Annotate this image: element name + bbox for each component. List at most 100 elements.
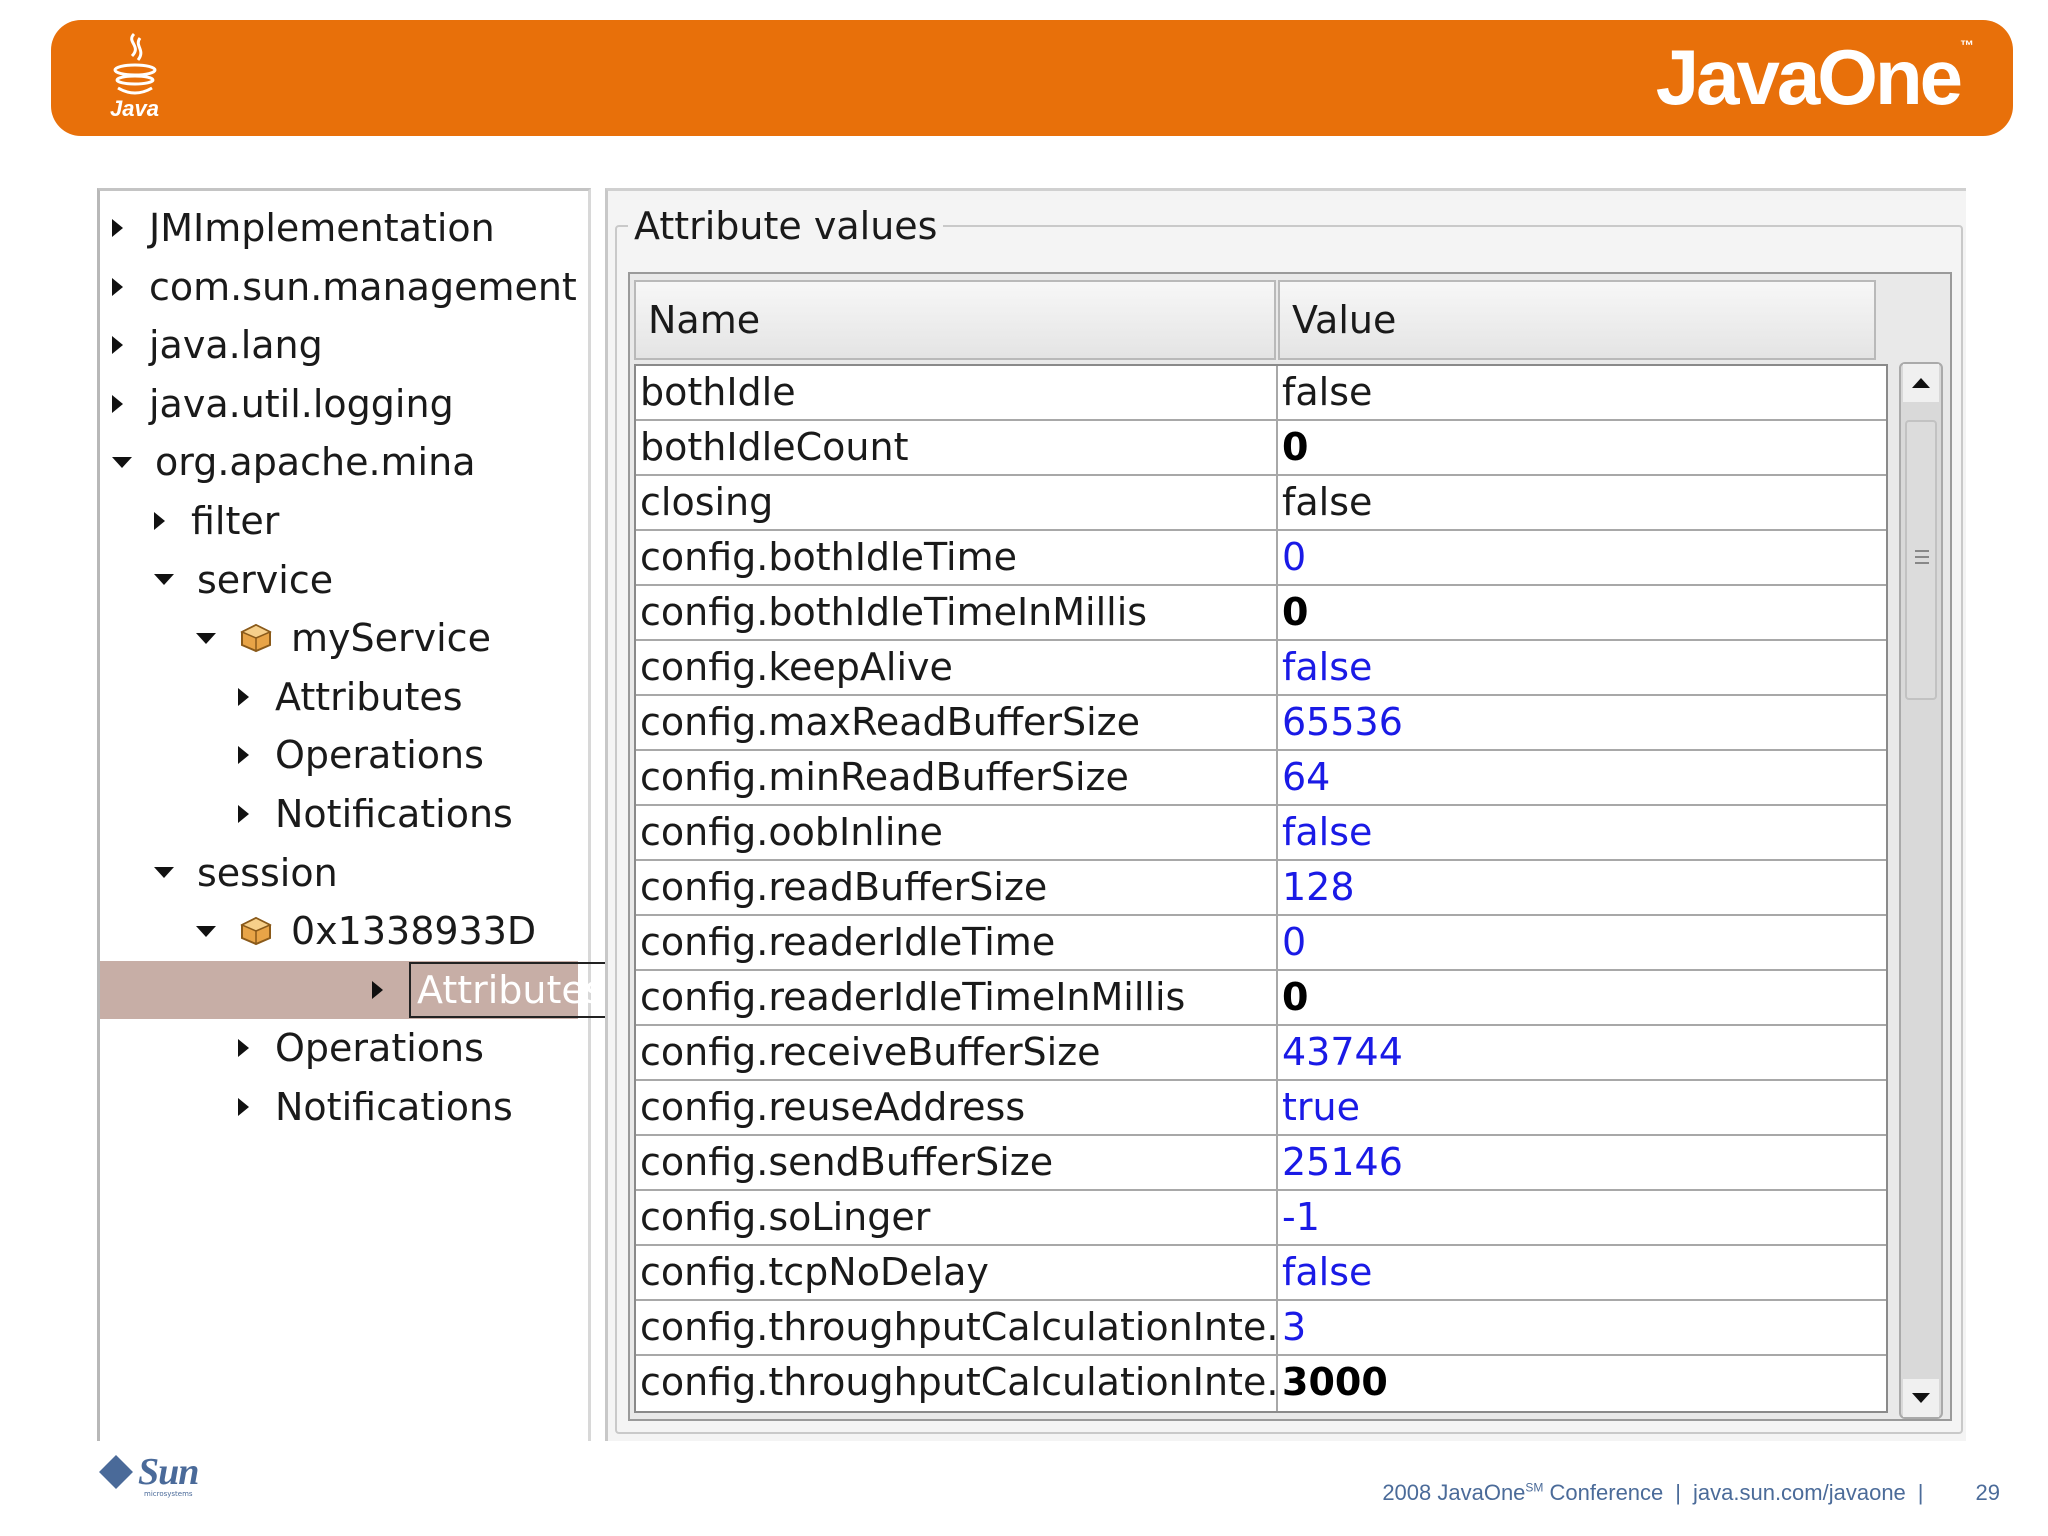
tree-item-label: Operations xyxy=(275,733,484,778)
attribute-name-cell: config.readerIdleTimeInMillis xyxy=(636,971,1278,1024)
attribute-value-cell[interactable]: false xyxy=(1278,1246,1886,1299)
collapsed-arrow-icon[interactable] xyxy=(372,980,383,999)
tree-item[interactable]: Operations xyxy=(238,726,484,784)
collapsed-arrow-icon[interactable] xyxy=(112,277,123,296)
tree-item[interactable]: service xyxy=(154,551,333,609)
attribute-name-cell: config.keepAlive xyxy=(636,641,1278,694)
attribute-name-cell: config.soLinger xyxy=(636,1191,1278,1244)
mbean-icon xyxy=(240,624,272,653)
tree-item-label: Notifications xyxy=(275,792,513,836)
tree-item[interactable]: 0x1338933D xyxy=(196,902,536,960)
scroll-down-button[interactable] xyxy=(1903,1379,1939,1417)
attribute-value-cell[interactable]: false xyxy=(1278,806,1886,859)
tree-item[interactable]: java.util.logging xyxy=(112,375,454,433)
group-title: Attribute values xyxy=(628,204,944,248)
brand-mark: ™ xyxy=(1960,37,1974,53)
collapsed-arrow-icon[interactable] xyxy=(154,512,165,530)
vertical-scrollbar[interactable] xyxy=(1899,362,1943,1419)
attribute-value-cell[interactable]: 43744 xyxy=(1278,1026,1886,1079)
table-row[interactable]: config.readerIdleTime 0 xyxy=(636,916,1886,971)
tree-item-label: Attributes xyxy=(409,961,613,1018)
collapsed-arrow-icon[interactable] xyxy=(238,687,249,706)
collapsed-arrow-icon[interactable] xyxy=(238,746,249,765)
expanded-arrow-icon[interactable] xyxy=(112,456,132,468)
table-row[interactable]: config.readerIdleTimeInMillis 0 xyxy=(636,971,1886,1026)
conference-sup: SM xyxy=(1525,1480,1544,1495)
tree-item-label: com.sun.management xyxy=(149,264,577,309)
table-row[interactable]: config.reuseAddress true xyxy=(636,1081,1886,1136)
attribute-value-cell[interactable]: 0 xyxy=(1278,531,1886,584)
table-row[interactable]: closing false xyxy=(636,476,1886,531)
attribute-name-cell: closing xyxy=(636,476,1278,529)
table-row[interactable]: config.throughputCalculationInte... 3 xyxy=(636,1301,1886,1356)
collapsed-arrow-icon[interactable] xyxy=(238,805,249,823)
attribute-name-cell: config.sendBufferSize xyxy=(636,1136,1278,1189)
collapsed-arrow-icon[interactable] xyxy=(112,394,123,413)
attribute-value-cell[interactable]: -1 xyxy=(1278,1191,1886,1244)
table-row[interactable]: config.tcpNoDelay false xyxy=(636,1246,1886,1301)
attribute-value-cell: 3000 xyxy=(1282,1360,1388,1404)
table-row[interactable]: config.maxReadBufferSize 65536 xyxy=(636,696,1886,751)
scroll-thumb[interactable] xyxy=(1905,420,1937,700)
expanded-arrow-icon[interactable] xyxy=(196,632,216,644)
table-row[interactable]: config.bothIdleTimeInMillis 0 xyxy=(636,586,1886,641)
tree-item[interactable]: session xyxy=(154,844,338,902)
tree-item[interactable]: Attributes xyxy=(100,960,613,1019)
brand-text: JavaOne xyxy=(1655,33,1963,121)
table-row[interactable]: config.soLinger -1 xyxy=(636,1191,1886,1246)
attribute-value-cell: 0 xyxy=(1282,590,1309,634)
table-row[interactable]: config.oobInline false xyxy=(636,806,1886,861)
tree-item[interactable]: Attributes xyxy=(238,668,463,726)
attribute-name-cell: config.minReadBufferSize xyxy=(636,751,1278,804)
collapsed-arrow-icon[interactable] xyxy=(238,1098,249,1116)
table-row[interactable]: bothIdleCount 0 xyxy=(636,421,1886,476)
conference-prefix: 2008 JavaOne xyxy=(1382,1480,1526,1505)
table-row[interactable]: config.sendBufferSize 25146 xyxy=(636,1136,1886,1191)
expanded-arrow-icon[interactable] xyxy=(154,867,174,879)
collapsed-arrow-icon[interactable] xyxy=(112,336,123,355)
javaone-brand: JavaOne™ xyxy=(1656,38,1974,116)
attribute-value-cell[interactable]: false xyxy=(1278,641,1886,694)
column-header-value[interactable]: Value xyxy=(1278,280,1876,360)
tree-item[interactable]: Notifications xyxy=(238,785,513,843)
tree-item-label: Operations xyxy=(275,1026,484,1071)
attribute-value-cell[interactable]: 3 xyxy=(1278,1301,1886,1354)
mbean-tree-panel[interactable]: JMImplementation com.sun.management java.l… xyxy=(97,188,613,1441)
table-row[interactable]: config.readBufferSize 128 xyxy=(636,861,1886,916)
expanded-arrow-icon[interactable] xyxy=(196,925,216,937)
footer-separator: | xyxy=(1675,1480,1681,1505)
attribute-value-cell[interactable]: 65536 xyxy=(1278,696,1886,749)
collapsed-arrow-icon[interactable] xyxy=(112,219,123,237)
scroll-up-button[interactable] xyxy=(1903,364,1939,402)
java-logo-text: Java xyxy=(110,96,159,121)
table-row[interactable]: config.keepAlive false xyxy=(636,641,1886,696)
attribute-value-cell: 0 xyxy=(1282,975,1309,1019)
table-row[interactable]: bothIdle false xyxy=(636,366,1886,421)
collapsed-arrow-icon[interactable] xyxy=(238,1039,249,1058)
attribute-value-cell[interactable]: 64 xyxy=(1278,751,1886,804)
attribute-name-cell: config.reuseAddress xyxy=(636,1081,1278,1134)
tree-item[interactable]: org.apache.mina xyxy=(112,433,475,491)
tree-item[interactable]: JMImplementation xyxy=(112,199,495,257)
attribute-value-cell[interactable]: 25146 xyxy=(1278,1136,1886,1189)
tree-item[interactable]: Notifications xyxy=(238,1078,513,1136)
attribute-name-cell: config.oobInline xyxy=(636,806,1278,859)
attribute-value-cell[interactable]: true xyxy=(1278,1081,1886,1134)
table-row[interactable]: config.bothIdleTime 0 xyxy=(636,531,1886,586)
tree-item-label: org.apache.mina xyxy=(155,440,476,485)
table-row[interactable]: config.receiveBufferSize 43744 xyxy=(636,1026,1886,1081)
attribute-value-cell[interactable]: 0 xyxy=(1278,916,1886,969)
footer-url[interactable]: java.sun.com/javaone xyxy=(1693,1480,1906,1505)
column-header-name[interactable]: Name xyxy=(634,280,1276,360)
table-row[interactable]: config.minReadBufferSize 64 xyxy=(636,751,1886,806)
tree-item[interactable]: java.lang xyxy=(112,316,323,374)
tree-item[interactable]: com.sun.management xyxy=(112,258,577,316)
expanded-arrow-icon[interactable] xyxy=(154,574,174,586)
attribute-name-cell: bothIdleCount xyxy=(636,421,1278,474)
table-row[interactable]: config.throughputCalculationInte... 3000 xyxy=(636,1356,1886,1411)
tree-item[interactable]: Operations xyxy=(238,1019,484,1077)
attribute-name-cell: config.throughputCalculationInte... xyxy=(636,1356,1278,1411)
tree-item[interactable]: filter xyxy=(154,492,279,550)
attribute-value-cell[interactable]: 128 xyxy=(1278,861,1886,914)
tree-item[interactable]: myService xyxy=(196,609,491,667)
